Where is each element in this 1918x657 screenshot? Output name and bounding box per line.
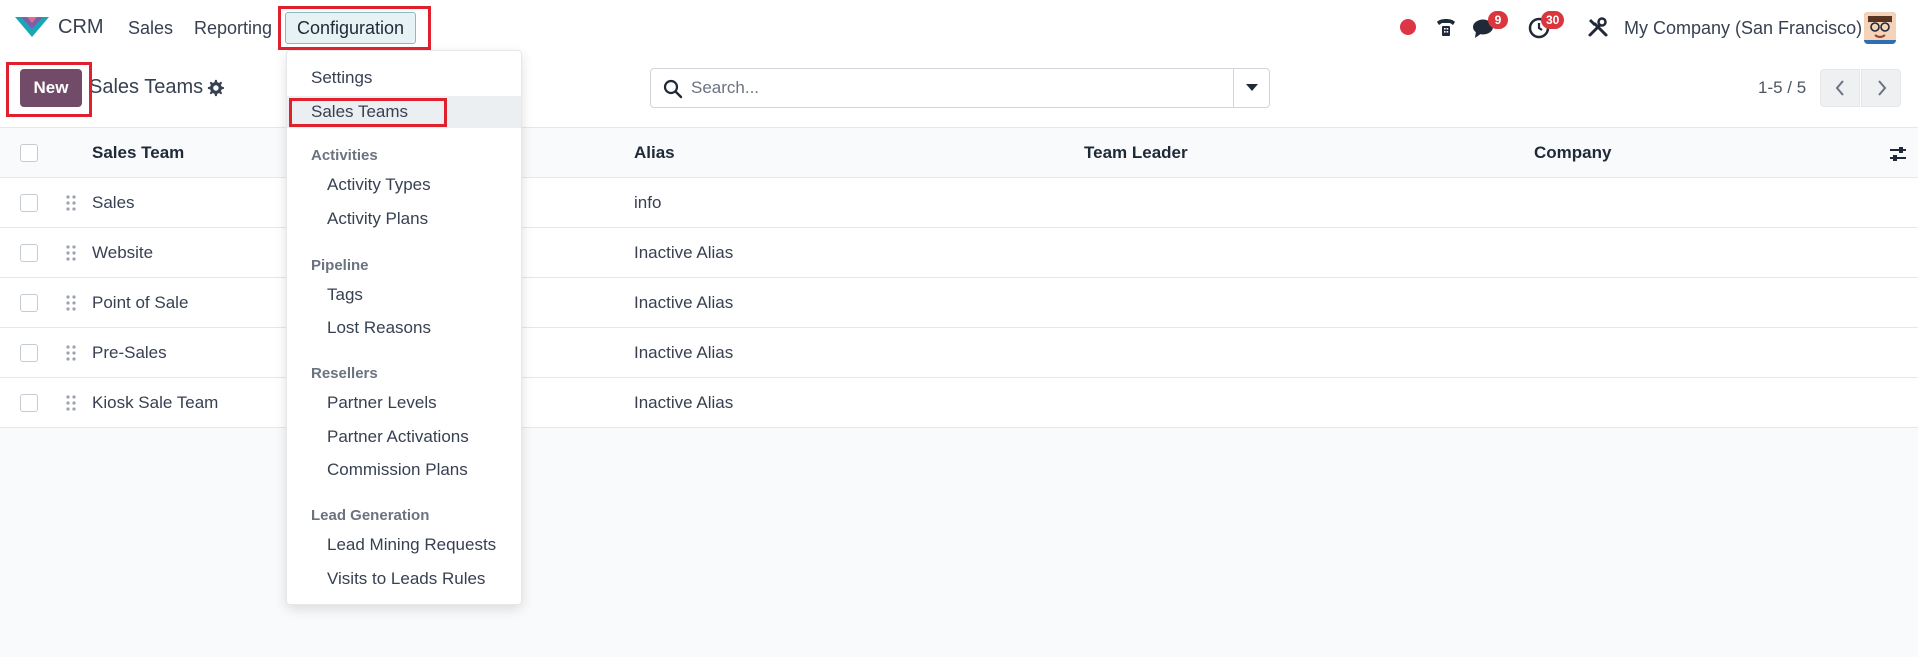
pager-previous-button[interactable] [1820, 69, 1860, 107]
new-button[interactable]: New [20, 69, 82, 107]
nav-sales[interactable]: Sales [128, 18, 173, 39]
company-switcher[interactable]: My Company (San Francisco) [1624, 18, 1862, 39]
column-header-team-leader[interactable]: Team Leader [1084, 143, 1188, 163]
search-bar [650, 68, 1270, 108]
nav-reporting[interactable]: Reporting [194, 18, 272, 39]
drag-handle-icon[interactable] [65, 344, 77, 362]
page-title[interactable]: Sales Teams [89, 76, 203, 99]
cell-alias: info [634, 193, 662, 212]
phone-icon[interactable] [1434, 16, 1458, 40]
search-input[interactable] [691, 69, 1231, 107]
column-header-sales-team[interactable]: Sales Team [92, 143, 184, 163]
menu-section-lead-generation: Lead Generation [311, 507, 430, 524]
user-avatar[interactable] [1864, 12, 1896, 44]
menu-item-sales-teams[interactable]: Sales Teams [287, 96, 521, 128]
pager-next-button[interactable] [1861, 69, 1901, 107]
cell-sales-team: Kiosk Sale Team [92, 393, 219, 412]
column-settings-icon[interactable] [1888, 144, 1908, 164]
app-name[interactable]: CRM [58, 16, 104, 39]
cell-sales-team: Sales [92, 193, 135, 212]
row-checkbox[interactable] [20, 344, 38, 362]
cell-sales-team: Website [92, 243, 154, 262]
menu-item-partner-levels[interactable]: Partner Levels [287, 387, 521, 419]
menu-section-pipeline: Pipeline [311, 257, 369, 274]
tools-icon[interactable] [1587, 16, 1609, 38]
menu-section-activities: Activities [311, 147, 378, 164]
chevron-left-icon [1835, 80, 1844, 96]
menu-item-settings[interactable]: Settings [287, 62, 521, 94]
menu-item-lost-reasons[interactable]: Lost Reasons [287, 312, 521, 344]
menu-item-activity-types[interactable]: Activity Types [287, 169, 521, 201]
row-checkbox[interactable] [20, 244, 38, 262]
drag-handle-icon[interactable] [65, 394, 77, 412]
cell-alias: Inactive Alias [634, 293, 734, 312]
menu-item-tags[interactable]: Tags [287, 279, 521, 311]
column-header-alias[interactable]: Alias [634, 143, 675, 163]
chevron-right-icon [1878, 80, 1887, 96]
nav-configuration[interactable]: Configuration [285, 12, 417, 44]
configuration-dropdown-menu: Settings Sales Teams Activities Activity… [286, 50, 522, 605]
row-checkbox[interactable] [20, 194, 38, 212]
activity-badge: 30 [1541, 11, 1565, 29]
row-checkbox[interactable] [20, 394, 38, 412]
chat-badge: 9 [1488, 11, 1508, 29]
menu-item-partner-activations[interactable]: Partner Activations [287, 421, 521, 453]
drag-handle-icon[interactable] [65, 294, 77, 312]
menu-item-commission-plans[interactable]: Commission Plans [287, 454, 521, 486]
menu-item-activity-plans[interactable]: Activity Plans [287, 203, 521, 235]
drag-handle-icon[interactable] [65, 244, 77, 262]
cell-sales-team: Point of Sale [92, 293, 189, 312]
cell-alias: Inactive Alias [634, 393, 734, 412]
cell-alias: Inactive Alias [634, 343, 734, 362]
pager-value[interactable]: 1-5 / 5 [1758, 78, 1806, 98]
recording-dot-icon[interactable] [1400, 19, 1416, 35]
menu-item-lead-mining-requests[interactable]: Lead Mining Requests [287, 529, 521, 561]
crm-logo-icon[interactable] [15, 15, 49, 39]
cell-alias: Inactive Alias [634, 243, 734, 262]
search-icon[interactable] [663, 79, 683, 99]
menu-item-visits-to-leads-rules[interactable]: Visits to Leads Rules [287, 563, 521, 595]
select-all-checkbox[interactable] [20, 144, 38, 162]
row-checkbox[interactable] [20, 294, 38, 312]
menu-section-resellers: Resellers [311, 365, 378, 382]
column-header-company[interactable]: Company [1534, 143, 1611, 163]
cell-sales-team: Pre-Sales [92, 343, 167, 362]
caret-down-icon [1246, 84, 1258, 91]
drag-handle-icon[interactable] [65, 194, 77, 212]
search-options-toggle[interactable] [1233, 69, 1269, 107]
gear-icon[interactable] [206, 79, 224, 97]
